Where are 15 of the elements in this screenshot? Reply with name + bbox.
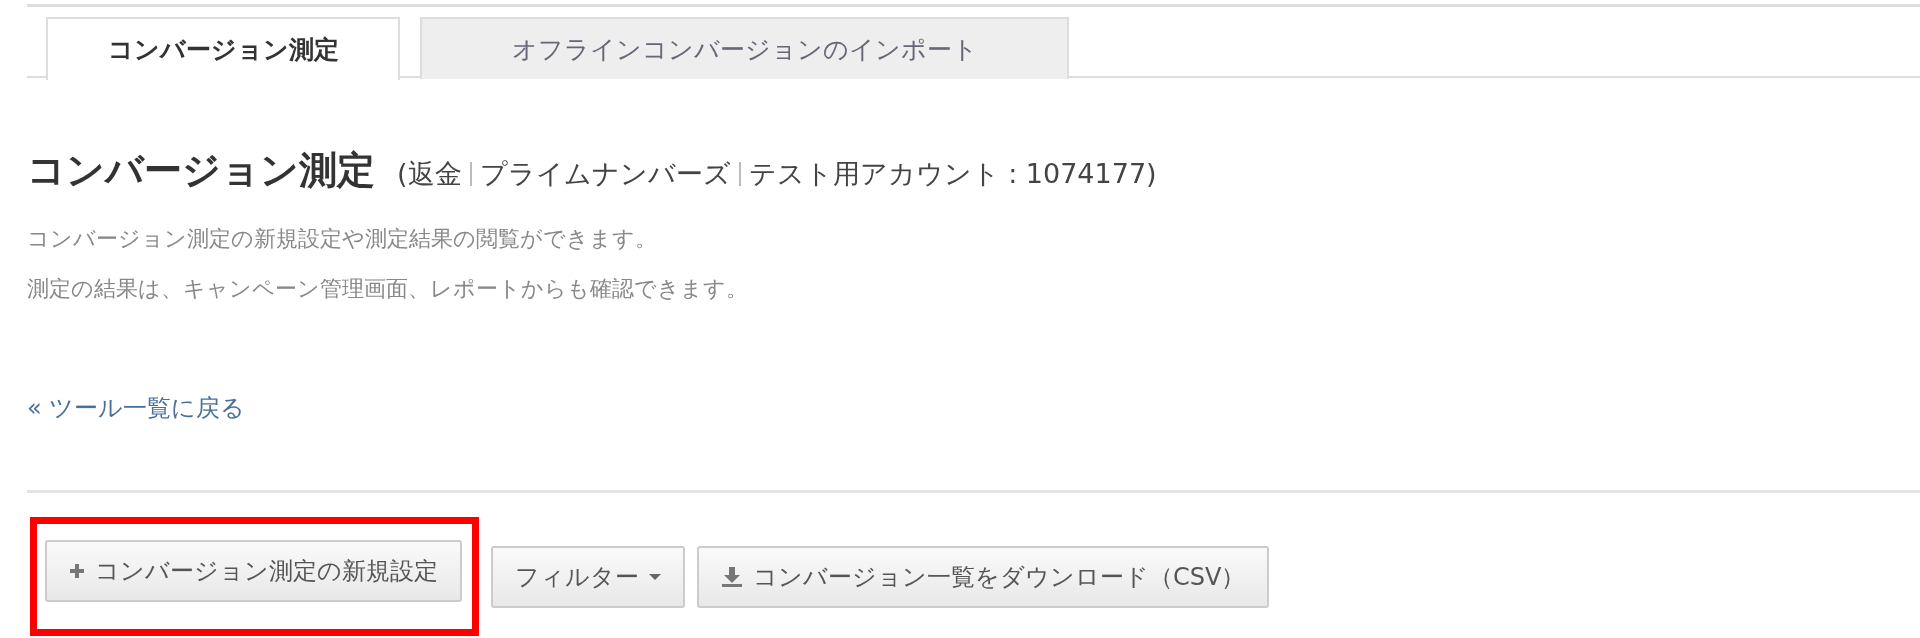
- caret-icon: [649, 572, 661, 581]
- back-link[interactable]: « ツール一覧に戻る: [27, 394, 246, 422]
- context-text: プライムナンバーズ: [479, 157, 731, 191]
- plus-icon: [69, 563, 85, 579]
- page-title: コンバージョン測定: [27, 147, 375, 194]
- context-text: テスト用アカウント : 1074177): [748, 157, 1157, 191]
- description-text: 測定の結果は、キャンペーン管理画面、レポートからも確認できます。: [27, 275, 749, 303]
- tab[interactable]: オフラインコンバージョンのインポート: [420, 17, 1069, 79]
- tab[interactable]: コンバージョン測定: [46, 17, 400, 80]
- toolbar-button[interactable]: コンバージョン測定の新規設定: [45, 540, 462, 602]
- description-text: コンバージョン測定の新規設定や測定結果の閲覧ができます。: [27, 225, 658, 253]
- toolbar-button[interactable]: コンバージョン一覧をダウンロード（CSV）: [697, 545, 1270, 608]
- context-text: (返金: [397, 157, 462, 191]
- download-icon: [721, 565, 743, 588]
- toolbar-button[interactable]: フィルター: [491, 545, 685, 608]
